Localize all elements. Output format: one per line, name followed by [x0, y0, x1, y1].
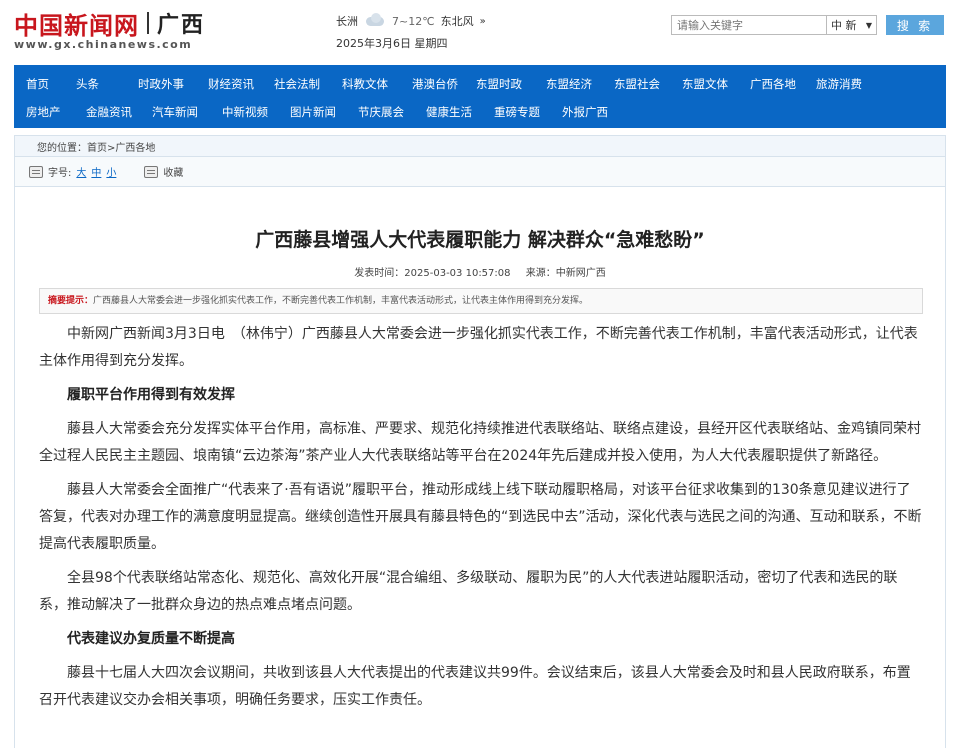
- main-nav: 首页 头条 时政外事 财经资讯 社会法制 科教文体 港澳台侨 东盟时政 东盟经济 东盟社会 东盟文体…: [14, 65, 946, 128]
- site-logo[interactable]: 中国新闻网 广西 www.gx.chinanews.com: [14, 10, 206, 52]
- favorite-label: 收藏: [163, 168, 184, 179]
- search-button[interactable]: 搜 索: [886, 15, 944, 35]
- section-heading: 履职平台作用得到有效发挥: [67, 387, 235, 403]
- article-summary: 摘要提示：广西藤县人大常委会进一步强化抓实代表工作，不断完善代表工作机制，丰富代…: [39, 288, 923, 314]
- nav-item[interactable]: 重磅专题: [482, 104, 550, 120]
- search-scope-select[interactable]: 中 新 ▼: [827, 15, 877, 35]
- nav-item[interactable]: 广西各地: [738, 76, 804, 92]
- logo-region: 广西: [157, 13, 206, 38]
- logo-divider: [147, 12, 149, 34]
- search-scope-value: 中 新: [831, 19, 857, 32]
- nav-item[interactable]: 东盟经济: [534, 76, 602, 92]
- nav-item[interactable]: 节庆展会: [346, 104, 414, 120]
- summary-text: 广西藤县人大常委会进一步强化抓实代表工作，不断完善代表工作机制，丰富代表活动形式…: [93, 296, 589, 306]
- summary-label: 摘要提示：: [48, 296, 94, 306]
- weather-city: 长洲: [336, 15, 358, 28]
- article-source: 来源：中新网广西: [525, 268, 606, 279]
- nav-item[interactable]: 金融资讯: [74, 104, 140, 120]
- current-date: 2025年3月6日 星期四: [336, 37, 448, 50]
- search-bar: 中 新 ▼ 搜 索: [671, 15, 944, 35]
- weather-temp: 7~12℃: [392, 14, 435, 28]
- font-size-medium[interactable]: 中: [91, 164, 101, 179]
- nav-item[interactable]: 时政外事: [126, 76, 196, 92]
- weather-widget: 长洲 7~12℃ 东北风 » 2025年3月6日 星期四: [336, 12, 486, 51]
- search-input[interactable]: [671, 15, 827, 35]
- font-size-large[interactable]: 大: [76, 164, 86, 179]
- font-size-label: 字号:: [48, 168, 72, 179]
- logo-text: 中国新闻网: [14, 10, 139, 40]
- paragraph: 全县98个代表联络站常态化、规范化、高效化开展“混合编组、多级联动、履职为民”的…: [39, 570, 898, 613]
- nav-item[interactable]: 头条: [64, 76, 126, 92]
- nav-item[interactable]: 东盟时政: [464, 76, 534, 92]
- bookmark-icon: [144, 165, 159, 178]
- nav-item[interactable]: 外报广西: [550, 104, 614, 120]
- nav-item[interactable]: 东盟文体: [670, 76, 738, 92]
- paragraph: 藤县人大常委会充分发挥实体平台作用，高标准、严要求、规范化持续推进代表联络站、联…: [39, 421, 921, 464]
- nav-item[interactable]: 科教文体: [330, 76, 400, 92]
- article-meta: 发表时间：2025-03-03 10:57:08 来源：中新网广西: [15, 264, 945, 279]
- weather-wind: 东北风: [440, 15, 474, 28]
- nav-item[interactable]: 中新视频: [210, 104, 278, 120]
- nav-item[interactable]: 汽车新闻: [140, 104, 210, 120]
- article: 广西藤县增强人大代表履职能力 解决群众“急难愁盼” 发表时间：2025-03-0…: [14, 187, 946, 748]
- publish-time: 发表时间：2025-03-03 10:57:08: [354, 268, 511, 279]
- breadcrumb-text[interactable]: 您的位置：首页>广西各地: [37, 139, 155, 154]
- article-tools: 字号: 大 中 小 收藏: [14, 157, 946, 187]
- nav-item[interactable]: 旅游消费: [804, 76, 874, 92]
- nav-item[interactable]: 健康生活: [414, 104, 482, 120]
- cloud-icon: [364, 13, 386, 29]
- nav-item[interactable]: 图片新闻: [278, 104, 346, 120]
- logo-url: www.gx.chinanews.com: [14, 38, 193, 51]
- paragraph: 中新网广西新闻3月3日电 （林伟宁）广西藤县人大常委会进一步强化抓实代表工作，不…: [39, 326, 918, 369]
- paragraph: 藤县十七届人大四次会议期间，共收到该县人大代表提出的代表建议共99件。会议结束后…: [39, 665, 911, 708]
- font-size-icon: [29, 165, 43, 178]
- nav-item[interactable]: 港澳台侨: [400, 76, 464, 92]
- section-heading: 代表建议办复质量不断提高: [67, 631, 235, 647]
- breadcrumb: 您的位置：首页>广西各地: [14, 135, 946, 157]
- article-body: 中新网广西新闻3月3日电 （林伟宁）广西藤县人大常委会进一步强化抓实代表工作，不…: [39, 321, 923, 721]
- nav-row-2: 房地产 金融资讯 汽车新闻 中新视频 图片新闻 节庆展会 健康生活 重磅专题 外报广西: [14, 98, 946, 126]
- font-size-small[interactable]: 小: [106, 164, 116, 179]
- nav-item[interactable]: 首页: [14, 76, 64, 92]
- nav-item[interactable]: 房地产: [14, 104, 74, 120]
- nav-item[interactable]: 东盟社会: [602, 76, 670, 92]
- nav-item[interactable]: 财经资讯: [196, 76, 262, 92]
- chevron-down-icon: ▼: [865, 20, 872, 30]
- article-title: 广西藤县增强人大代表履职能力 解决群众“急难愁盼”: [255, 229, 705, 251]
- favorite-button[interactable]: 收藏: [144, 164, 183, 179]
- weather-more-link[interactable]: »: [480, 16, 486, 27]
- paragraph: 藤县人大常委会全面推广“代表来了·吾有语说”履职平台，推动形成线上线下联动履职格…: [39, 482, 922, 552]
- nav-row-1: 首页 头条 时政外事 财经资讯 社会法制 科教文体 港澳台侨 东盟时政 东盟经济 东盟社会 东盟文体…: [14, 70, 946, 98]
- site-header: 中国新闻网 广西 www.gx.chinanews.com 长洲 7~12℃ 东…: [0, 0, 960, 62]
- nav-item[interactable]: 社会法制: [262, 76, 330, 92]
